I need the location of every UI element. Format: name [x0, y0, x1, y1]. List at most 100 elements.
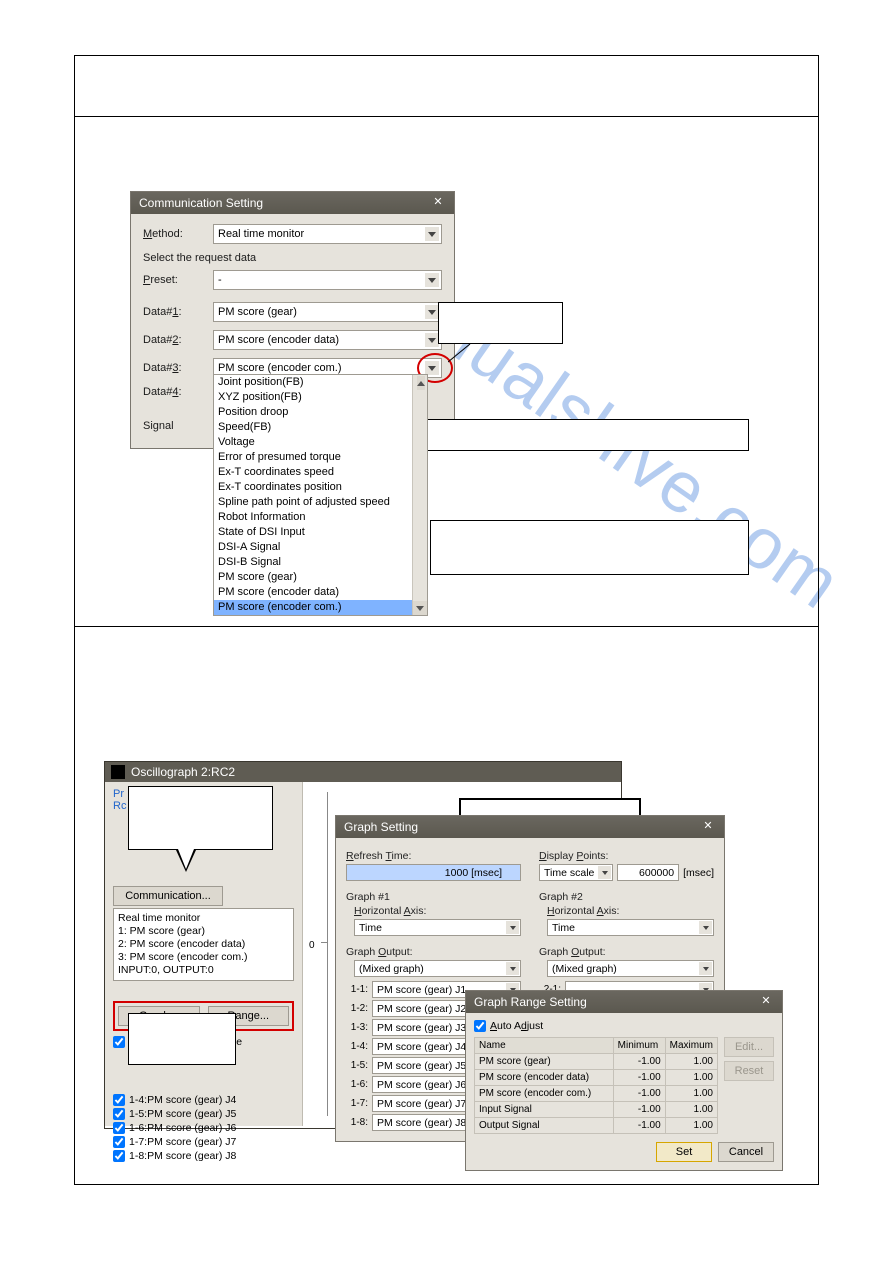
callout-box-5 [128, 1013, 236, 1065]
chevron-down-icon[interactable] [425, 333, 439, 347]
select-all-checkbox[interactable] [113, 1036, 125, 1048]
preset-combo[interactable]: - [213, 270, 442, 290]
oscillograph-titlebar[interactable]: Oscillograph 2:RC2 [105, 762, 621, 782]
range-setting-titlebar[interactable]: Graph Range Setting ✕ [466, 991, 782, 1013]
series-checkbox[interactable] [113, 1136, 125, 1148]
scrollbar[interactable] [412, 375, 427, 615]
dropdown-item[interactable]: Robot Information [214, 510, 427, 525]
communication-button[interactable]: Communication... [113, 886, 223, 906]
data1-label: Data#1: [143, 306, 213, 318]
close-icon[interactable]: ✕ [700, 820, 716, 834]
dropdown-item[interactable]: PM score (gear) [214, 570, 427, 585]
data2-combo[interactable]: PM score (encoder data) [213, 330, 442, 350]
range-row[interactable]: PM score (encoder com.)-1.001.00 [475, 1086, 718, 1102]
chevron-down-icon[interactable] [506, 921, 519, 934]
goutput2-combo[interactable]: (Mixed graph) [547, 960, 714, 977]
chevron-down-icon[interactable] [699, 962, 712, 975]
display-points-input[interactable]: 600000 [617, 864, 679, 881]
chevron-down-icon[interactable] [506, 962, 519, 975]
series-checkbox[interactable] [113, 1150, 125, 1162]
dropdown-item[interactable]: State of DSI Input [214, 525, 427, 540]
edit-button[interactable]: Edit... [724, 1037, 774, 1057]
haxis2-value: Time [552, 922, 575, 934]
range-name: PM score (encoder data) [475, 1070, 614, 1086]
reset-button[interactable]: Reset [724, 1061, 774, 1081]
dialog-titlebar[interactable]: Communication Setting ✕ [131, 192, 454, 214]
graph2-label: Graph #2 [539, 891, 714, 903]
range-row[interactable]: Output Signal-1.001.00 [475, 1118, 718, 1134]
data2-label: Data#2: [143, 334, 213, 346]
set-button[interactable]: Set [656, 1142, 712, 1162]
row-value: PM score (gear) J8 [377, 1117, 466, 1129]
data1-value: PM score (gear) [218, 306, 297, 318]
series-label: 1-8:PM score (gear) J8 [129, 1150, 236, 1162]
range-max: 1.00 [665, 1118, 717, 1134]
comm-info-line: 2: PM score (encoder data) [118, 938, 289, 951]
refresh-time-input[interactable]: 1000 [msec] [346, 864, 521, 881]
row-value: PM score (gear) J5 [377, 1060, 466, 1072]
data1-combo[interactable]: PM score (gear) [213, 302, 442, 322]
method-combo[interactable]: Real time monitor [213, 224, 442, 244]
dropdown-item[interactable]: DSI-A Signal [214, 540, 427, 555]
section-divider-2 [75, 626, 818, 627]
range-row[interactable]: Input Signal-1.001.00 [475, 1102, 718, 1118]
dropdown-item[interactable]: DSI-B Signal [214, 555, 427, 570]
chevron-down-icon[interactable] [598, 866, 611, 879]
series-checkbox-row: 1-4:PM score (gear) J4 [113, 1093, 294, 1107]
auto-adjust-checkbox[interactable] [474, 1020, 486, 1032]
graph1-label: Graph #1 [346, 891, 521, 903]
display-points-mode[interactable]: Time scale [539, 864, 613, 881]
row-index: 1-5: [346, 1060, 368, 1071]
dropdown-item[interactable]: Joint position(FB) [214, 375, 427, 390]
graph-setting-titlebar[interactable]: Graph Setting ✕ [336, 816, 724, 838]
data-dropdown-list[interactable]: Joint position(FB)XYZ position(FB)Positi… [213, 374, 428, 616]
dropdown-item[interactable]: XYZ position(FB) [214, 390, 427, 405]
refresh-time-value: 1000 [msec] [445, 867, 502, 879]
haxis2-combo[interactable]: Time [547, 919, 714, 936]
range-row[interactable]: PM score (gear)-1.001.00 [475, 1054, 718, 1070]
dropdown-item[interactable]: Ex-T coordinates speed [214, 465, 427, 480]
goutput-label-1: Graph Output: [346, 946, 521, 958]
data2-value: PM score (encoder data) [218, 334, 339, 346]
th-max: Maximum [665, 1038, 717, 1054]
range-name: PM score (gear) [475, 1054, 614, 1070]
comm-info-line: INPUT:0, OUTPUT:0 [118, 964, 289, 977]
range-max: 1.00 [665, 1102, 717, 1118]
callout-box-1 [438, 302, 563, 344]
range-min: -1.00 [613, 1118, 665, 1134]
scroll-down-icon[interactable] [413, 601, 427, 615]
row-index: 1-4: [346, 1041, 368, 1052]
series-checkbox-row: 1-5:PM score (gear) J5 [113, 1107, 294, 1121]
dropdown-item[interactable]: PM score (encoder com.) [214, 600, 427, 615]
dropdown-item[interactable]: Position droop [214, 405, 427, 420]
range-min: -1.00 [613, 1054, 665, 1070]
series-checkbox[interactable] [113, 1108, 125, 1120]
dialog-title: Communication Setting [139, 196, 263, 210]
dropdown-item[interactable]: Speed(FB) [214, 420, 427, 435]
dropdown-item[interactable]: Voltage [214, 435, 427, 450]
close-icon[interactable]: ✕ [758, 995, 774, 1009]
data3-label: Data#3: [143, 362, 213, 374]
cancel-button[interactable]: Cancel [718, 1142, 774, 1162]
series-checkbox[interactable] [113, 1122, 125, 1134]
close-icon[interactable]: ✕ [430, 196, 446, 210]
dropdown-item[interactable]: PM score (encoder data) [214, 585, 427, 600]
dropdown-item[interactable]: Error of presumed torque [214, 450, 427, 465]
dropdown-item[interactable]: Spline path point of adjusted speed [214, 495, 427, 510]
series-checkbox-row: 1-7:PM score (gear) J7 [113, 1135, 294, 1149]
chevron-down-icon[interactable] [699, 921, 712, 934]
communication-info-box: Real time monitor1: PM score (gear)2: PM… [113, 908, 294, 981]
display-points-unit: [msec] [683, 867, 714, 879]
goutput1-combo[interactable]: (Mixed graph) [354, 960, 521, 977]
haxis1-combo[interactable]: Time [354, 919, 521, 936]
chevron-down-icon[interactable] [425, 305, 439, 319]
yaxis-zero: 0 [309, 940, 315, 951]
chevron-down-icon[interactable] [425, 227, 439, 241]
range-row[interactable]: PM score (encoder data)-1.001.00 [475, 1070, 718, 1086]
dropdown-item[interactable]: Ex-T coordinates position [214, 480, 427, 495]
chevron-down-icon[interactable] [425, 273, 439, 287]
goutput-label-2: Graph Output: [539, 946, 714, 958]
scroll-up-icon[interactable] [417, 376, 425, 390]
range-min: -1.00 [613, 1102, 665, 1118]
series-checkbox[interactable] [113, 1094, 125, 1106]
